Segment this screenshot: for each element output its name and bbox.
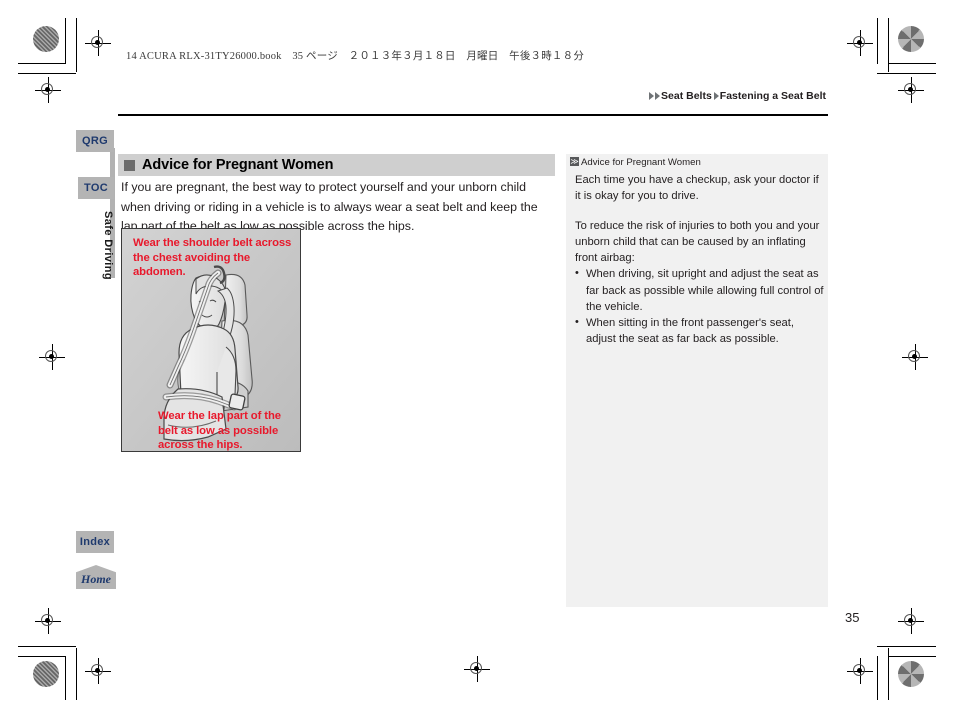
crop-mark — [877, 646, 936, 648]
registration-target — [902, 344, 928, 370]
sidebar-item-home[interactable]: Home — [76, 565, 116, 589]
figure-caption-top: Wear the shoulder belt across the chest … — [133, 237, 292, 279]
registration-target — [847, 30, 873, 56]
crop-mark — [877, 73, 936, 75]
registration-target — [39, 344, 65, 370]
registration-target — [898, 77, 924, 103]
print-slug-line: 14 ACURA RLX-31TY26000.book 35 ページ ２０１３年… — [126, 51, 585, 62]
page-title: Advice for Pregnant Women — [142, 157, 334, 173]
crop-mark — [76, 648, 78, 700]
list-item: When driving, sit upright and adjust the… — [575, 265, 824, 314]
sidebar-item-toc[interactable]: TOC — [78, 177, 114, 199]
registration-target — [85, 658, 111, 684]
registration-target — [464, 656, 490, 682]
crop-mark — [888, 656, 936, 658]
triangle-right-icon — [649, 92, 655, 100]
registration-target — [85, 30, 111, 56]
crop-mark — [877, 656, 879, 700]
info-paragraph-2: To reduce the risk of injuries to both y… — [575, 220, 820, 265]
registration-circle — [898, 661, 924, 687]
info-panel-heading: Advice for Pregnant Women — [581, 157, 701, 168]
sidebar-section-label-safe-driving: Safe Driving — [102, 210, 114, 280]
double-chevron-right-icon: ≫ — [570, 157, 579, 166]
crop-mark — [18, 646, 76, 648]
crop-mark — [65, 18, 67, 64]
square-bullet-icon — [124, 159, 135, 171]
info-paragraph-1: Each time you have a checkup, ask your d… — [575, 174, 819, 203]
crop-mark — [65, 656, 67, 700]
info-panel-header: ≫ Advice for Pregnant Women — [570, 157, 701, 168]
section-header: Advice for Pregnant Women — [118, 154, 555, 176]
figure-pregnant-seatbelt: Wear the shoulder belt across the chest … — [121, 228, 301, 452]
crop-mark — [888, 63, 936, 65]
info-panel-body: Each time you have a checkup, ask your d… — [575, 172, 824, 347]
registration-circle — [33, 661, 59, 687]
sidebar-item-qrg[interactable]: QRG — [76, 130, 114, 152]
info-bullet-list: When driving, sit upright and adjust the… — [575, 265, 824, 347]
page-number: 35 — [845, 610, 860, 625]
figure-caption-bottom: Wear the lap part of the belt as low as … — [158, 410, 281, 452]
registration-circle — [898, 26, 924, 52]
crop-mark — [76, 18, 78, 72]
registration-target — [35, 77, 61, 103]
crop-mark — [18, 63, 65, 65]
breadcrumb: Seat Belts Fastening a Seat Belt — [649, 90, 828, 102]
crop-mark — [877, 18, 879, 64]
info-panel: ≫ Advice for Pregnant Women Each time yo… — [566, 154, 828, 607]
registration-target — [35, 608, 61, 634]
triangle-right-icon — [655, 92, 661, 100]
registration-target — [847, 658, 873, 684]
list-item: When sitting in the front passenger's se… — [575, 314, 824, 347]
crop-mark — [18, 73, 76, 75]
sidebar-item-index[interactable]: Index — [76, 531, 114, 553]
triangle-right-icon — [713, 92, 719, 100]
breadcrumb-item-seat-belts[interactable]: Seat Belts — [661, 90, 712, 102]
crop-mark — [18, 656, 65, 658]
registration-target — [898, 608, 924, 634]
registration-circle — [33, 26, 59, 52]
breadcrumb-item-fastening-a-seat-belt[interactable]: Fastening a Seat Belt — [720, 90, 826, 102]
header-divider — [118, 114, 828, 116]
